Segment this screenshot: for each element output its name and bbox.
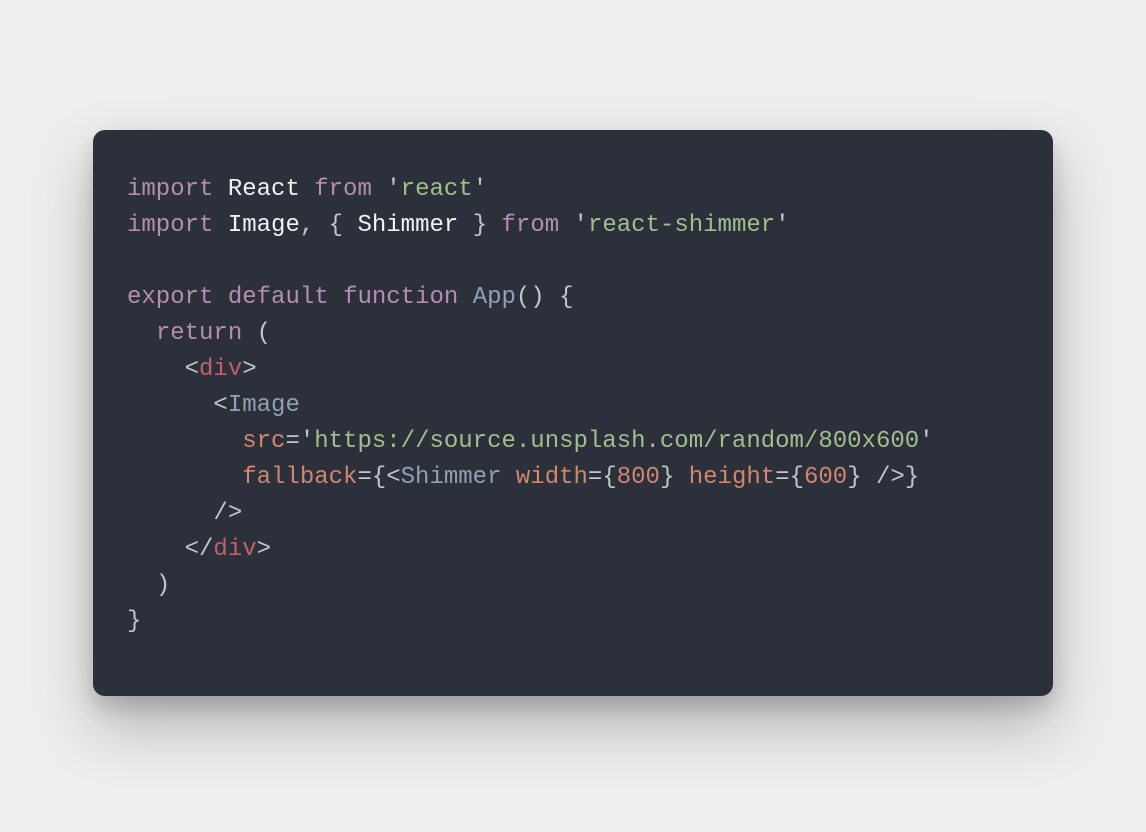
- number-800: 800: [617, 464, 660, 491]
- indent: [127, 572, 156, 599]
- equals: =: [775, 464, 789, 491]
- tag-open: <: [185, 356, 199, 383]
- self-close: />: [876, 464, 905, 491]
- keyword-from: from: [314, 176, 372, 203]
- brace-open: {: [602, 464, 616, 491]
- comma: ,: [300, 212, 314, 239]
- quote: ': [775, 212, 789, 239]
- brace-open: {: [329, 212, 343, 239]
- string-react-shimmer: react-shimmer: [588, 212, 775, 239]
- attr-fallback: fallback: [242, 464, 357, 491]
- indent: [127, 320, 156, 347]
- identifier-shimmer: Shimmer: [357, 212, 458, 239]
- equals: =: [357, 464, 371, 491]
- space: [674, 464, 688, 491]
- brace-open: {: [372, 464, 386, 491]
- keyword-function: function: [343, 284, 458, 311]
- jsx-tag-div: div: [213, 536, 256, 563]
- jsx-tag-div: div: [199, 356, 242, 383]
- code-block: import React from 'react' import Image, …: [127, 172, 1019, 640]
- keyword-import: import: [127, 212, 213, 239]
- space: [501, 464, 515, 491]
- attr-src: src: [242, 428, 285, 455]
- brace-open: {: [790, 464, 804, 491]
- brace-open: {: [559, 284, 573, 311]
- tag-open: <: [386, 464, 400, 491]
- keyword-from: from: [502, 212, 560, 239]
- keyword-export: export: [127, 284, 213, 311]
- tag-close: >: [242, 356, 256, 383]
- indent: [127, 464, 242, 491]
- brace-close: }: [847, 464, 861, 491]
- paren-open: (: [257, 320, 271, 347]
- quote: ': [300, 428, 314, 455]
- indent: [127, 392, 213, 419]
- identifier-react: React: [228, 176, 300, 203]
- identifier-image: Image: [228, 212, 300, 239]
- keyword-default: default: [228, 284, 329, 311]
- number-600: 600: [804, 464, 847, 491]
- indent: [127, 536, 185, 563]
- string-react: react: [401, 176, 473, 203]
- self-close: />: [213, 500, 242, 527]
- quote: ': [574, 212, 588, 239]
- keyword-return: return: [156, 320, 242, 347]
- brace-close: }: [127, 608, 141, 635]
- brace-close: }: [660, 464, 674, 491]
- function-name: App: [473, 284, 516, 311]
- jsx-tag-image: Image: [228, 392, 300, 419]
- space: [862, 464, 876, 491]
- jsx-tag-shimmer: Shimmer: [401, 464, 502, 491]
- tag-open: <: [213, 392, 227, 419]
- paren-close: ): [156, 572, 170, 599]
- indent: [127, 356, 185, 383]
- indent: [127, 428, 242, 455]
- code-card: import React from 'react' import Image, …: [93, 130, 1053, 696]
- quote: ': [473, 176, 487, 203]
- brace-close: }: [905, 464, 919, 491]
- brace-close: }: [473, 212, 487, 239]
- string-url: https://source.unsplash.com/random/800x6…: [314, 428, 919, 455]
- indent: [127, 500, 213, 527]
- parens: (): [516, 284, 545, 311]
- tag-open: </: [185, 536, 214, 563]
- keyword-import: import: [127, 176, 213, 203]
- quote: ': [386, 176, 400, 203]
- equals: =: [588, 464, 602, 491]
- attr-width: width: [516, 464, 588, 491]
- equals: =: [285, 428, 299, 455]
- quote: ': [919, 428, 933, 455]
- tag-close: >: [257, 536, 271, 563]
- attr-height: height: [689, 464, 775, 491]
